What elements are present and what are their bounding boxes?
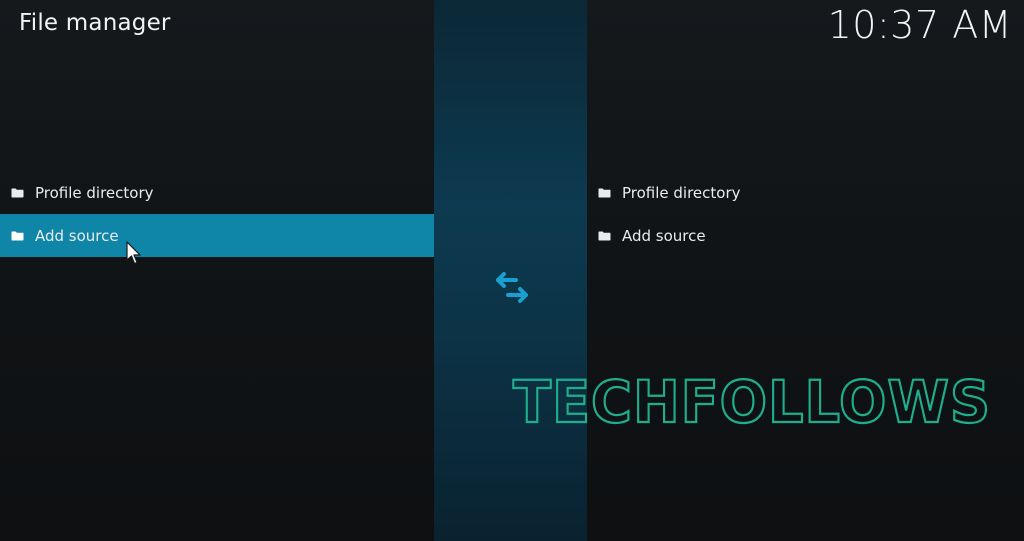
page-title: File manager <box>19 10 171 36</box>
mouse-pointer-icon <box>126 241 141 265</box>
right-pane: Profile directory Add source <box>587 0 1024 541</box>
folder-icon <box>11 188 24 197</box>
folder-icon <box>598 231 611 240</box>
right-item-add-source[interactable]: Add source <box>587 214 1024 257</box>
watermark-inner-lines: TECHFOLLOWS <box>513 372 991 432</box>
left-item-label: Add source <box>35 226 119 245</box>
techfollows-watermark-logo: TECHFOLLOWS TECHFOLLOWS <box>512 372 992 432</box>
left-item-label: Profile directory <box>35 183 154 202</box>
right-item-label: Add source <box>622 226 706 245</box>
right-item-profile-directory[interactable]: Profile directory <box>587 171 1024 214</box>
left-pane: Profile directory Add source <box>0 0 434 541</box>
clock: 10:37 AM <box>827 3 1012 47</box>
right-item-label: Profile directory <box>622 183 741 202</box>
file-manager-screen: Profile directory Add source Profile dir… <box>0 0 1024 541</box>
right-file-list: Profile directory Add source <box>587 171 1024 257</box>
left-item-profile-directory[interactable]: Profile directory <box>0 171 434 214</box>
folder-icon <box>11 231 24 240</box>
left-item-add-source[interactable]: Add source <box>0 214 434 257</box>
left-file-list: Profile directory Add source <box>0 171 434 257</box>
folder-icon <box>598 188 611 197</box>
swap-arrows-icon[interactable] <box>494 271 530 305</box>
